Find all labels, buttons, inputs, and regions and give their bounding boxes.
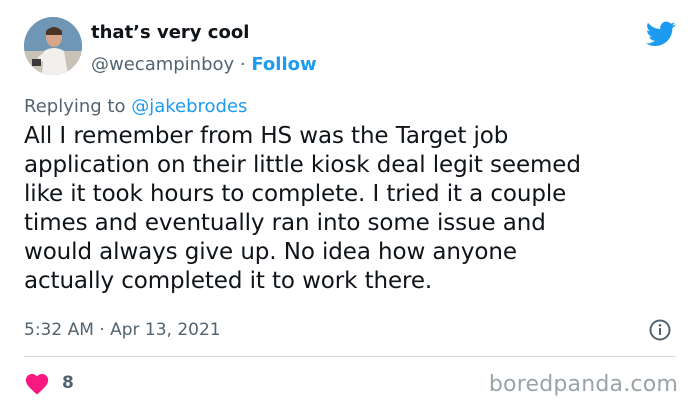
info-icon[interactable]	[648, 318, 672, 342]
tweet-line: like it took hours to complete. I tried …	[24, 181, 567, 207]
author-handle-row: @wecampinboy · Follow	[91, 53, 317, 77]
tweet-line: actually completed it to work there.	[24, 268, 433, 294]
tweet-line: application on their little kiosk deal l…	[24, 152, 581, 178]
divider	[24, 356, 676, 357]
author-display-name[interactable]: that’s very cool	[91, 21, 317, 45]
twitter-bird-icon[interactable]	[646, 21, 676, 47]
author-handle[interactable]: @wecampinboy	[91, 54, 234, 75]
like-button[interactable]: 8	[24, 370, 74, 396]
tweet-line: would always give up. No idea how anyone	[24, 239, 517, 265]
avatar-photo	[24, 17, 82, 75]
watermark: boredpanda.com	[488, 372, 678, 397]
tweet-header: that’s very cool @wecampinboy · Follow	[24, 17, 676, 83]
replying-to-prefix: Replying to	[24, 96, 132, 117]
replying-to-handle[interactable]: @jakebrodes	[131, 96, 247, 117]
avatar[interactable]	[24, 17, 82, 75]
tweet-timestamp[interactable]: 5:32 AM · Apr 13, 2021	[24, 318, 221, 342]
like-count: 8	[62, 373, 74, 393]
separator-dot: ·	[234, 54, 252, 75]
tweet-line: All I remember from HS was the Target jo…	[24, 123, 509, 149]
follow-button[interactable]: Follow	[251, 54, 316, 75]
tweet-text: All I remember from HS was the Target jo…	[24, 122, 676, 296]
tweet-line: times and eventually ran into some issue…	[24, 210, 546, 236]
replying-to: Replying to @jakebrodes	[24, 95, 247, 119]
heart-icon	[25, 374, 49, 395]
